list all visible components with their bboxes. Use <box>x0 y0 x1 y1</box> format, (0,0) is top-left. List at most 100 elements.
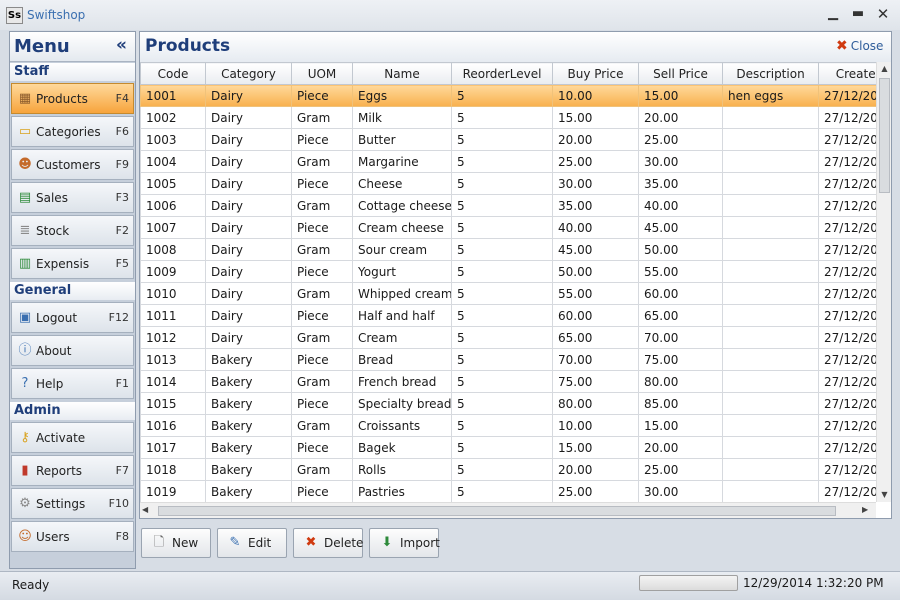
table-cell: Bakery <box>205 458 292 481</box>
sidebar-item-products[interactable]: ▦ Products F4 <box>11 83 134 114</box>
table-cell: 1002 <box>140 106 206 129</box>
table-row[interactable]: 1008 Dairy Gram Sour cream 5 45.00 50.00 27/12/… <box>140 238 876 261</box>
sidebar-item-reports[interactable]: ▮ Reports F7 <box>11 455 134 486</box>
column-header[interactable]: ReorderLevel <box>451 62 553 85</box>
table-row[interactable]: 1003DairyPieceButter520.0025.00 27/12/201… <box>140 128 876 151</box>
table-cell <box>722 304 819 327</box>
column-header[interactable]: Sell Price <box>638 62 723 85</box>
table-row[interactable]: 1013BakeryPieceBread570.0075.00 27/12/201… <box>140 348 876 371</box>
vertical-scrollbar[interactable]: ▲ ▼ <box>876 62 891 502</box>
sidebar-item-label: Expensis <box>36 257 90 271</box>
column-header[interactable]: Category <box>205 62 292 85</box>
table-cell: Croissants <box>352 414 452 437</box>
table-cell <box>722 282 819 305</box>
column-header[interactable]: Description <box>722 62 819 85</box>
table-row[interactable]: 1012DairyGramCream565.0070.00 27/12/2014 <box>140 326 876 349</box>
table-cell: 5 <box>451 370 553 393</box>
delete-button[interactable]: ✖ Delete <box>293 528 363 558</box>
table-cell: Piece <box>291 436 353 459</box>
table-row[interactable]: 1017BakeryPieceBagek515.0020.00 27/12/201… <box>140 436 876 459</box>
shortcut-key: F2 <box>115 224 129 237</box>
table-row[interactable]: 1007 Dairy Piece Cream cheese 5 40.00 45.00 27/… <box>140 216 876 239</box>
table-row[interactable]: 1006 Dairy Gram Cottage cheese 5 35.00 40.00 27… <box>140 194 876 217</box>
table-cell: 1012 <box>140 326 206 349</box>
stock-icon: ≣ <box>19 223 31 238</box>
sidebar-item-about[interactable]: ⓘ About <box>11 335 134 366</box>
table-cell <box>722 414 819 437</box>
table-row[interactable]: 1015 Bakery Piece Specialty bread 5 80.00 85.0… <box>140 392 876 415</box>
table-row[interactable]: 1004 Dairy Gram Margarine 5 25.00 30.00 27/12/2… <box>140 150 876 173</box>
sidebar-item-categories[interactable]: ▭ Categories F6 <box>11 116 134 147</box>
table-cell: 1017 <box>140 436 206 459</box>
table-cell <box>722 370 819 393</box>
table-cell: 1004 <box>140 150 206 173</box>
table-cell: 5 <box>451 260 553 283</box>
sidebar-item-expensis[interactable]: ▥ Expensis F5 <box>11 248 134 279</box>
sidebar-item-sales[interactable]: ▤ Sales F3 <box>11 182 134 213</box>
close-panel-button[interactable]: ✖ Close <box>836 38 883 56</box>
sidebar-item-help[interactable]: ? Help F1 <box>11 368 134 399</box>
shortcut-key: F6 <box>115 125 129 138</box>
horizontal-scrollbar[interactable]: ◀ ▶ <box>140 502 876 518</box>
sidebar-item-stock[interactable]: ≣ Stock F2 <box>11 215 134 246</box>
products-grid[interactable]: Code Category UOM Name ReorderLevel Buy Price… <box>140 62 876 502</box>
sidebar-item-settings[interactable]: ⚙ Settings F10 <box>11 488 134 519</box>
table-row[interactable]: 1019 Bakery Piece Pastries 5 25.00 30.00 27/12/… <box>140 480 876 502</box>
table-cell: Dairy <box>205 106 292 129</box>
table-row[interactable]: 1014 Bakery Gram French bread 5 75.00 80.00 27/… <box>140 370 876 393</box>
column-header[interactable]: Code <box>140 62 206 85</box>
sidebar-item-activate[interactable]: ⚷ Activate <box>11 422 134 453</box>
table-cell: 27/12/2014 <box>818 282 876 305</box>
scroll-down-icon[interactable]: ▼ <box>877 488 892 502</box>
new-button[interactable]: 🗋 New <box>141 528 211 558</box>
table-row[interactable]: 1002DairyGramMilk515.0020.00 27/12/2014 <box>140 106 876 129</box>
table-row[interactable]: 1005DairyPieceCheese530.0035.00 27/12/201… <box>140 172 876 195</box>
scroll-up-icon[interactable]: ▲ <box>877 62 892 76</box>
sidebar-item-label: Customers <box>36 158 101 172</box>
table-cell: 30.00 <box>638 480 723 502</box>
table-row[interactable]: 1001 Dairy Piece Eggs 5 10.00 15.00 hen eggs 27/… <box>140 84 876 107</box>
table-cell: 1006 <box>140 194 206 217</box>
horizontal-scroll-thumb[interactable] <box>158 506 836 516</box>
table-cell: 1011 <box>140 304 206 327</box>
table-row[interactable]: 1009DairyPieceYogurt550.0055.00 27/12/201… <box>140 260 876 283</box>
table-cell: Dairy <box>205 172 292 195</box>
sidebar-item-customers[interactable]: ☻ Customers F9 <box>11 149 134 180</box>
vertical-scroll-thumb[interactable] <box>879 78 890 193</box>
table-cell: 5 <box>451 392 553 415</box>
table-row[interactable]: 1018BakeryGramRolls520.0025.00 27/12/2014 <box>140 458 876 481</box>
sidebar-item-logout[interactable]: ▣ Logout F12 <box>11 302 134 333</box>
column-header[interactable]: Created <box>818 62 876 85</box>
table-cell: 27/12/2014 <box>818 370 876 393</box>
table-cell: 80.00 <box>552 392 639 415</box>
table-cell: Piece <box>291 304 353 327</box>
edit-icon: ✎ <box>229 535 241 550</box>
sidebar-item-label: Activate <box>36 431 86 445</box>
table-cell: 27/12/2014 <box>818 172 876 195</box>
column-header[interactable]: UOM <box>291 62 353 85</box>
sidebar-item-label: Stock <box>36 224 70 238</box>
sidebar-item-users[interactable]: ☺ Users F8 <box>11 521 134 552</box>
table-cell: Dairy <box>205 128 292 151</box>
table-cell: Gram <box>291 150 353 173</box>
column-header[interactable]: Name <box>352 62 452 85</box>
table-row[interactable]: 1011 Dairy Piece Half and half 5 60.00 65.00 27… <box>140 304 876 327</box>
edit-button[interactable]: ✎ Edit <box>217 528 287 558</box>
collapse-icon[interactable]: « <box>116 35 127 55</box>
scroll-right-icon[interactable]: ▶ <box>862 505 868 514</box>
table-cell: 1010 <box>140 282 206 305</box>
column-header[interactable]: Buy Price <box>552 62 639 85</box>
table-row[interactable]: 1016 Bakery Gram Croissants 5 10.00 15.00 27/12… <box>140 414 876 437</box>
import-button[interactable]: ⬇ Import <box>369 528 440 558</box>
minimize-button[interactable]: ▁ <box>822 5 844 23</box>
table-row[interactable]: 1010 Dairy Gram Whipped cream 5 55.00 60.00 27/… <box>140 282 876 305</box>
table-cell: 5 <box>451 238 553 261</box>
table-cell <box>722 458 819 481</box>
window-close-button[interactable]: ✕ <box>872 5 894 23</box>
maximize-button[interactable]: ▬ <box>847 5 869 23</box>
scroll-left-icon[interactable]: ◀ <box>142 505 148 514</box>
table-cell <box>722 172 819 195</box>
table-cell: 1009 <box>140 260 206 283</box>
app-logo: Ss <box>6 7 23 24</box>
table-cell: Bakery <box>205 480 292 502</box>
